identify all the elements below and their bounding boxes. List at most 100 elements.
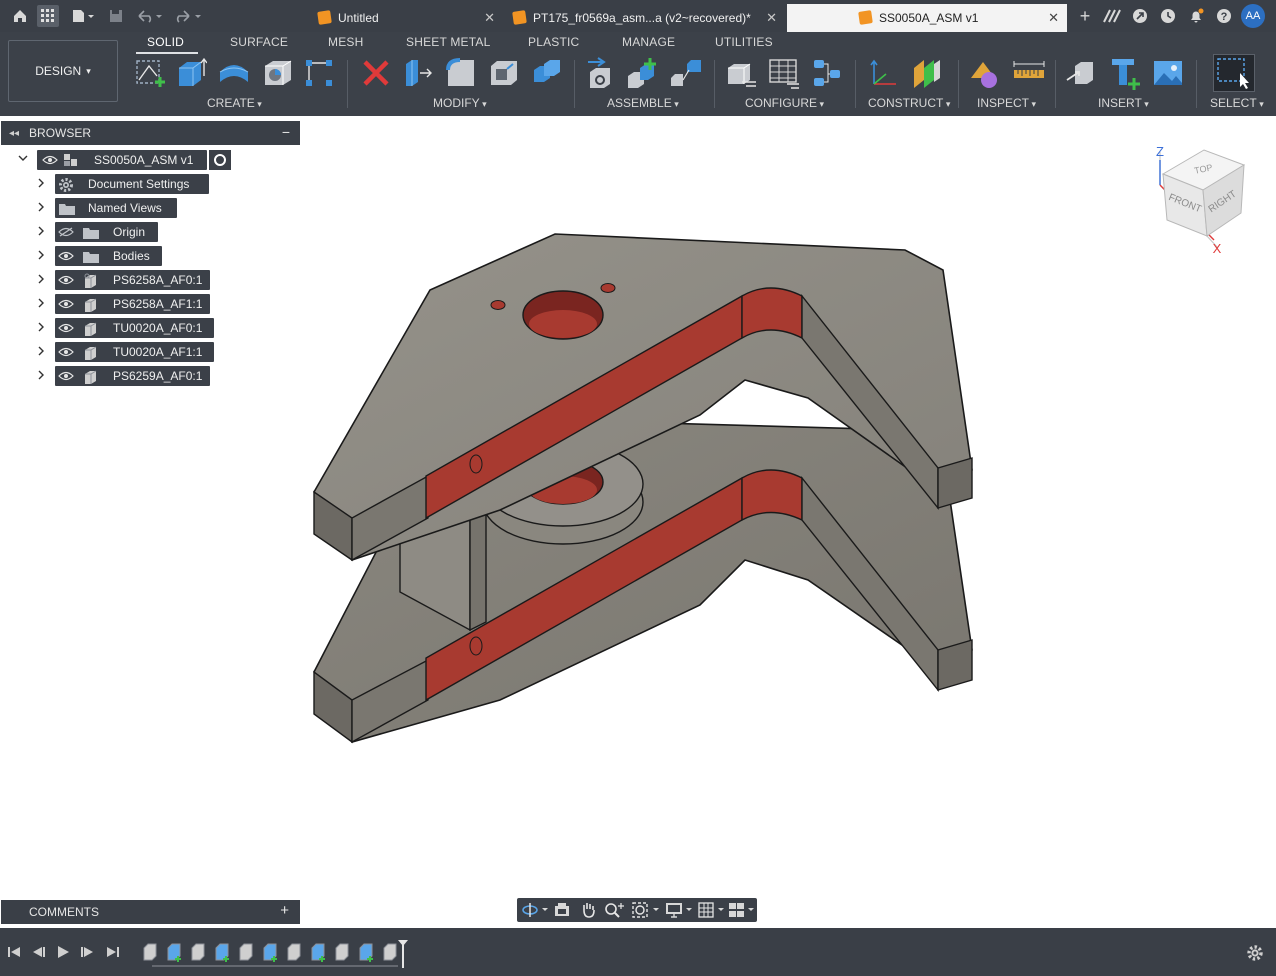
zoom-icon[interactable] bbox=[603, 901, 625, 919]
tab-manage[interactable]: MANAGE bbox=[622, 35, 675, 49]
play-icon[interactable] bbox=[55, 945, 71, 959]
tab-utilities[interactable]: UTILITIES bbox=[715, 35, 773, 49]
close-icon[interactable]: ✕ bbox=[766, 10, 777, 26]
group-insert[interactable]: INSERT bbox=[1098, 96, 1149, 110]
hole-icon[interactable] bbox=[261, 56, 295, 90]
tab-plastic[interactable]: PLASTIC bbox=[528, 35, 579, 49]
minimize-icon[interactable]: − bbox=[282, 124, 290, 140]
collapse-panel-icon[interactable]: ◂◂ bbox=[9, 128, 19, 139]
new-component-icon[interactable] bbox=[584, 56, 618, 90]
step-forward-icon[interactable] bbox=[80, 945, 96, 959]
configuration-table-icon[interactable] bbox=[767, 56, 801, 90]
axis-icon[interactable] bbox=[866, 56, 900, 90]
model-view[interactable]: TOP FRONT RIGHT Z X bbox=[0, 116, 1276, 928]
eye-icon[interactable] bbox=[58, 371, 74, 381]
workspace-switcher[interactable]: DESIGN ▾ bbox=[8, 40, 118, 102]
tab-mesh[interactable]: MESH bbox=[328, 35, 363, 49]
revolve-icon[interactable] bbox=[217, 56, 251, 90]
group-create[interactable]: CREATE bbox=[207, 96, 262, 110]
tab-sheet-metal[interactable]: SHEET METAL bbox=[406, 35, 490, 49]
select-button[interactable] bbox=[1213, 54, 1255, 92]
group-modify[interactable]: MODIFY bbox=[433, 96, 487, 110]
insert-mcmaster-icon[interactable] bbox=[1108, 56, 1142, 90]
chevron-right-icon[interactable] bbox=[36, 226, 46, 239]
group-construct[interactable]: CONSTRUCT bbox=[868, 96, 950, 110]
offset-plane-icon[interactable] bbox=[910, 56, 944, 90]
eye-hidden-icon[interactable] bbox=[58, 227, 74, 237]
chevron-right-icon[interactable] bbox=[36, 322, 46, 335]
tab-ss0050a[interactable]: SS0050A_ASM v1 ✕ bbox=[787, 4, 1067, 32]
undo-icon[interactable] bbox=[135, 6, 165, 26]
eye-icon[interactable] bbox=[58, 323, 74, 333]
tab-surface[interactable]: SURFACE bbox=[230, 35, 288, 49]
delete-icon[interactable] bbox=[359, 56, 393, 90]
save-icon[interactable] bbox=[106, 6, 126, 26]
chevron-right-icon[interactable] bbox=[36, 202, 46, 215]
create-sketch-icon[interactable] bbox=[133, 56, 167, 90]
job-status-icon[interactable] bbox=[1158, 6, 1178, 26]
chevron-right-icon[interactable] bbox=[36, 370, 46, 383]
help-icon[interactable]: ? bbox=[1214, 6, 1234, 26]
close-icon[interactable]: ✕ bbox=[1048, 10, 1059, 26]
joint-icon[interactable] bbox=[626, 56, 660, 90]
grid-snaps-icon[interactable] bbox=[697, 901, 727, 919]
extrude-icon[interactable] bbox=[173, 56, 207, 90]
press-pull-icon[interactable] bbox=[400, 56, 434, 90]
eye-icon[interactable] bbox=[42, 155, 58, 165]
fillet-icon[interactable] bbox=[444, 56, 478, 90]
comments-panel[interactable]: COMMENTS + bbox=[1, 900, 300, 924]
chevron-right-icon[interactable] bbox=[36, 178, 46, 191]
combine-icon[interactable] bbox=[530, 56, 564, 90]
fit-icon[interactable] bbox=[631, 901, 661, 919]
chevron-right-icon[interactable] bbox=[36, 250, 46, 263]
view-cube[interactable]: TOP FRONT RIGHT Z X bbox=[1156, 144, 1246, 256]
avatar[interactable]: AA bbox=[1241, 4, 1265, 28]
chevron-right-icon[interactable] bbox=[36, 298, 46, 311]
eye-icon[interactable] bbox=[58, 299, 74, 309]
configure-icon[interactable] bbox=[724, 56, 758, 90]
measure-icon[interactable] bbox=[1012, 56, 1046, 90]
tab-pt175[interactable]: PT175_fr0569a_asm...a (v2~recovered)* ✕ bbox=[503, 4, 785, 32]
grid-icon[interactable] bbox=[37, 5, 59, 27]
browser-header[interactable]: ◂◂ BROWSER − bbox=[1, 121, 300, 145]
gear-icon[interactable] bbox=[1246, 944, 1264, 962]
extensions-icon[interactable] bbox=[1130, 6, 1150, 26]
pattern-icon[interactable] bbox=[302, 56, 336, 90]
tab-untitled[interactable]: Untitled ✕ bbox=[308, 4, 503, 32]
go-to-start-icon[interactable] bbox=[6, 945, 22, 959]
shell-icon[interactable] bbox=[487, 56, 521, 90]
eye-icon[interactable] bbox=[58, 275, 74, 285]
group-configure[interactable]: CONFIGURE bbox=[745, 96, 824, 110]
group-assemble[interactable]: ASSEMBLE bbox=[607, 96, 679, 110]
go-to-end-icon[interactable] bbox=[105, 945, 121, 959]
file-icon[interactable] bbox=[70, 6, 96, 26]
chevron-right-icon[interactable] bbox=[36, 346, 46, 359]
group-inspect[interactable]: INSPECT bbox=[977, 96, 1036, 110]
orbit-icon[interactable] bbox=[521, 901, 549, 919]
as-built-joint-icon[interactable] bbox=[669, 56, 703, 90]
data-panel-icon[interactable] bbox=[1102, 6, 1122, 26]
configuration-rules-icon[interactable] bbox=[810, 56, 844, 90]
chevron-right-icon[interactable] bbox=[36, 274, 46, 287]
activate-component-button[interactable] bbox=[209, 150, 231, 170]
add-comment-icon[interactable]: + bbox=[280, 902, 289, 919]
notification-icon[interactable] bbox=[1186, 6, 1206, 26]
viewports-icon[interactable] bbox=[727, 901, 757, 919]
interference-icon[interactable] bbox=[969, 56, 1003, 90]
close-icon[interactable]: ✕ bbox=[484, 10, 495, 26]
new-tab-icon[interactable]: + bbox=[1075, 6, 1095, 26]
step-back-icon[interactable] bbox=[30, 945, 46, 959]
canvas-viewport[interactable]: TOP FRONT RIGHT Z X bbox=[0, 116, 1276, 928]
timeline-features[interactable] bbox=[140, 938, 420, 970]
eye-icon[interactable] bbox=[58, 251, 74, 261]
display-settings-icon[interactable] bbox=[665, 901, 695, 919]
insert-derive-icon[interactable] bbox=[1065, 56, 1099, 90]
look-at-icon[interactable] bbox=[553, 901, 571, 919]
eye-icon[interactable] bbox=[58, 347, 74, 357]
chevron-down-icon[interactable] bbox=[18, 153, 28, 166]
group-select[interactable]: SELECT bbox=[1210, 96, 1264, 110]
redo-icon[interactable] bbox=[174, 6, 204, 26]
insert-canvas-icon[interactable] bbox=[1151, 56, 1185, 90]
tab-solid[interactable]: SOLID bbox=[147, 35, 184, 49]
pan-icon[interactable] bbox=[579, 901, 597, 919]
